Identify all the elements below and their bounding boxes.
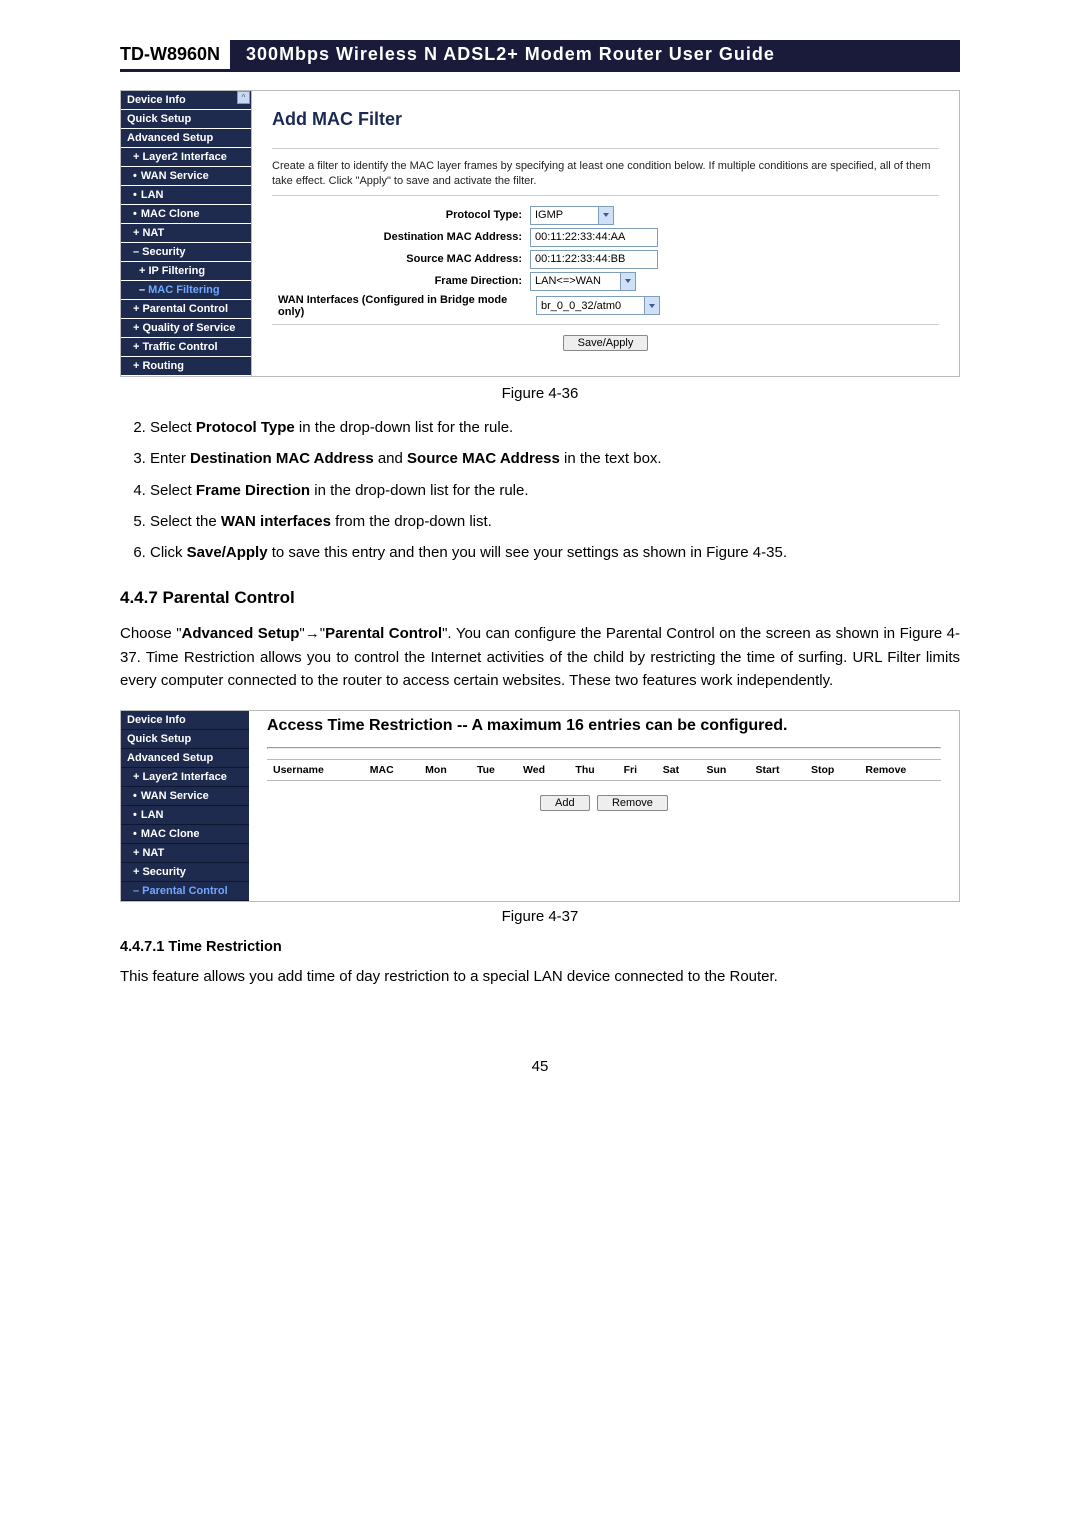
sidebar-item[interactable]: Routing <box>121 357 251 376</box>
chevron-down-icon <box>644 297 659 314</box>
table-header-cell: Fri <box>618 760 657 781</box>
section-paragraph: Choose "Advanced Setup"→"Parental Contro… <box>120 622 960 692</box>
screenshot-mac-filter: ^ Device InfoQuick SetupAdvanced SetupLa… <box>120 90 960 377</box>
table-header-cell: Sat <box>657 760 701 781</box>
src-mac-input[interactable]: 00:11:22:33:44:BB <box>530 250 658 269</box>
sidebar-item[interactable]: NAT <box>121 224 251 243</box>
table-header-cell: Stop <box>805 760 859 781</box>
wan-interfaces-value: br_0_0_32/atm0 <box>541 300 621 312</box>
sidebar-item[interactable]: Traffic Control <box>121 338 251 357</box>
subsection-heading-time-restriction: 4.4.7.1 Time Restriction <box>120 939 960 955</box>
pane-description: Create a filter to identify the MAC laye… <box>272 159 939 189</box>
main-pane-2: Access Time Restriction -- A maximum 16 … <box>249 711 959 901</box>
table-header-cell: Start <box>750 760 805 781</box>
save-apply-button[interactable]: Save/Apply <box>563 335 649 351</box>
pane-title: Add MAC Filter <box>272 109 939 130</box>
doc-header: TD-W8960N 300Mbps Wireless N ADSL2+ Mode… <box>120 40 960 72</box>
sidebar-item[interactable]: LAN <box>121 186 251 205</box>
subsection-paragraph: This feature allows you add time of day … <box>120 965 960 988</box>
pane2-title: Access Time Restriction -- A maximum 16 … <box>267 717 941 735</box>
table-header-cell: Tue <box>471 760 517 781</box>
step-4: Select Frame Direction in the drop-down … <box>150 479 960 502</box>
remove-button[interactable]: Remove <box>597 795 668 811</box>
step-6: Click Save/Apply to save this entry and … <box>150 541 960 564</box>
step-2: Select Protocol Type in the drop-down li… <box>150 416 960 439</box>
sidebar-item[interactable]: Quick Setup <box>121 110 251 129</box>
sidebar-item[interactable]: MAC Clone <box>121 825 249 844</box>
sidebar-item[interactable]: WAN Service <box>121 167 251 186</box>
screenshot-time-restriction: Device InfoQuick SetupAdvanced SetupLaye… <box>120 710 960 902</box>
step-5: Select the WAN interfaces from the drop-… <box>150 510 960 533</box>
sidebar-item[interactable]: Security <box>121 243 251 262</box>
sidebar-item[interactable]: Parental Control <box>121 882 249 901</box>
sidebar-item[interactable]: Advanced Setup <box>121 749 249 768</box>
table-header-cell: Mon <box>419 760 471 781</box>
protocol-type-select[interactable]: IGMP <box>530 206 614 225</box>
sidebar-item[interactable]: NAT <box>121 844 249 863</box>
sidebar-item[interactable]: Layer2 Interface <box>121 148 251 167</box>
table-header-cell: Wed <box>517 760 569 781</box>
sidebar-item[interactable]: WAN Service <box>121 787 249 806</box>
dest-mac-label: Destination MAC Address: <box>272 231 530 243</box>
frame-direction-label: Frame Direction: <box>272 275 530 287</box>
table-header-cell: Remove <box>859 760 941 781</box>
sidebar-nav: ^ Device InfoQuick SetupAdvanced SetupLa… <box>121 91 252 376</box>
wan-interfaces-label: WAN Interfaces (Configured in Bridge mod… <box>272 294 536 318</box>
sidebar-item[interactable]: MAC Clone <box>121 205 251 224</box>
table-header-cell: Sun <box>700 760 749 781</box>
table-header-cell: MAC <box>364 760 419 781</box>
sidebar-item[interactable]: Quality of Service <box>121 319 251 338</box>
frame-direction-value: LAN<=>WAN <box>535 275 601 287</box>
sidebar-item[interactable]: Device Info <box>121 711 249 730</box>
wan-interfaces-select[interactable]: br_0_0_32/atm0 <box>536 296 660 315</box>
section-heading-parental-control: 4.4.7 Parental Control <box>120 588 960 608</box>
table-header-cell: Username <box>267 760 364 781</box>
instruction-steps: Select Protocol Type in the drop-down li… <box>120 416 960 564</box>
step-3: Enter Destination MAC Address and Source… <box>150 447 960 470</box>
protocol-type-value: IGMP <box>535 209 563 221</box>
figure-caption-2: Figure 4-37 <box>120 908 960 925</box>
sidebar-item[interactable]: LAN <box>121 806 249 825</box>
sidebar-item[interactable]: MAC Filtering <box>121 281 251 300</box>
sidebar-item[interactable]: IP Filtering <box>121 262 251 281</box>
main-pane: Add MAC Filter Create a filter to identi… <box>252 91 959 376</box>
divider <box>272 148 939 149</box>
sidebar-nav-2: Device InfoQuick SetupAdvanced SetupLaye… <box>121 711 249 901</box>
divider <box>272 324 939 325</box>
scroll-up-icon[interactable]: ^ <box>237 91 250 104</box>
sidebar-item[interactable]: Device Info <box>121 91 251 110</box>
sidebar-item[interactable]: Quick Setup <box>121 730 249 749</box>
protocol-type-label: Protocol Type: <box>272 209 530 221</box>
sidebar-item[interactable]: Advanced Setup <box>121 129 251 148</box>
src-mac-label: Source MAC Address: <box>272 253 530 265</box>
frame-direction-select[interactable]: LAN<=>WAN <box>530 272 636 291</box>
divider <box>267 747 941 749</box>
model-number: TD-W8960N <box>120 40 230 69</box>
chevron-down-icon <box>598 207 613 224</box>
sidebar-item[interactable]: Parental Control <box>121 300 251 319</box>
figure-caption: Figure 4-36 <box>120 385 960 402</box>
chevron-down-icon <box>620 273 635 290</box>
doc-title: 300Mbps Wireless N ADSL2+ Modem Router U… <box>230 40 960 69</box>
dest-mac-input[interactable]: 00:11:22:33:44:AA <box>530 228 658 247</box>
src-mac-value: 00:11:22:33:44:BB <box>535 253 625 265</box>
divider <box>272 195 939 196</box>
page-number: 45 <box>120 1058 960 1075</box>
sidebar-item[interactable]: Security <box>121 863 249 882</box>
table-header-cell: Thu <box>569 760 617 781</box>
restriction-table: UsernameMACMonTueWedThuFriSatSunStartSto… <box>267 759 941 781</box>
sidebar-item[interactable]: Layer2 Interface <box>121 768 249 787</box>
add-button[interactable]: Add <box>540 795 590 811</box>
dest-mac-value: 00:11:22:33:44:AA <box>535 231 625 243</box>
